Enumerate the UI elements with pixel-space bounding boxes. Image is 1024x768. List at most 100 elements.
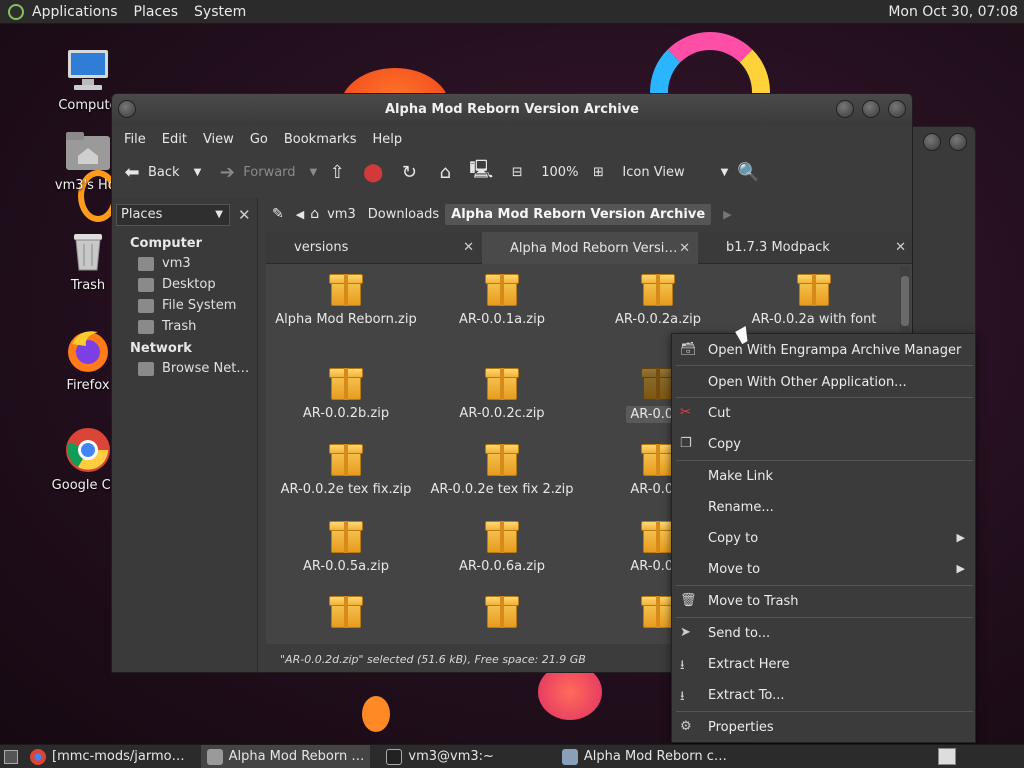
breadcrumb-current[interactable]: Alpha Mod Reborn Version Archive xyxy=(445,203,712,225)
file-item[interactable]: AR-0.0.2a.zip xyxy=(580,272,736,327)
menu-help[interactable]: Help xyxy=(364,132,410,147)
view-mode-select[interactable]: Icon View ▼ xyxy=(622,165,728,180)
file-item[interactable]: Alpha Mod Reborn.zip xyxy=(268,272,424,327)
close-sidebar-icon[interactable]: ✕ xyxy=(238,206,251,224)
network-icon xyxy=(138,361,154,376)
edit-location-icon[interactable]: ✎ xyxy=(272,206,284,222)
chevron-left-icon[interactable]: ◀ xyxy=(296,208,304,221)
file-item[interactable]: AR-0.0.5a.zip xyxy=(268,519,424,574)
sidebar-item-browse-network[interactable]: Browse Net… xyxy=(112,358,257,379)
chevron-down-icon: ▼ xyxy=(215,209,223,220)
close-button[interactable] xyxy=(888,100,906,118)
menu-go[interactable]: Go xyxy=(242,132,276,147)
context-menu-item[interactable]: ⚙ Properties xyxy=(672,712,975,742)
sidebar-item-label: Desktop xyxy=(162,277,216,292)
zip-archive-icon xyxy=(485,594,519,628)
context-menu-label: Copy xyxy=(708,436,741,452)
titlebar[interactable]: Alpha Mod Reborn Version Archive xyxy=(112,94,912,126)
context-menu-label: Copy to xyxy=(708,530,759,546)
file-item[interactable]: AR-0.0.2b.zip xyxy=(268,366,424,421)
distro-icon[interactable] xyxy=(8,3,24,20)
home-button[interactable]: ⌂ xyxy=(433,160,461,184)
zoom-out-button[interactable]: ⊟ xyxy=(505,160,533,184)
tab-b173-modpack[interactable]: b1.7.3 Modpack ✕ xyxy=(698,232,912,264)
file-name: AR-0.0.6a.zip xyxy=(459,559,545,574)
context-menu-item[interactable]: Open With Other Application... xyxy=(672,367,975,397)
chevron-right-icon[interactable]: ▶ xyxy=(723,208,731,221)
context-menu-label: Open With Other Application... xyxy=(708,374,907,390)
context-menu-item[interactable]: Make Link xyxy=(672,461,975,491)
close-tab-icon[interactable]: ✕ xyxy=(679,241,690,256)
context-menu-item[interactable]: 🗑 Move to Trash xyxy=(672,586,975,616)
scrollbar-thumb[interactable] xyxy=(901,276,909,326)
file-item[interactable]: AR-0.0.2c.zip xyxy=(424,366,580,421)
sidebar-item-trash[interactable]: Trash xyxy=(112,316,257,337)
menu-view[interactable]: View xyxy=(195,132,242,147)
forward-button[interactable]: ➔ Forward ▼ xyxy=(215,160,318,184)
home-icon: ⌂ xyxy=(439,161,451,183)
home-folder-icon xyxy=(64,126,112,174)
system-menu[interactable]: System xyxy=(186,0,254,24)
context-menu-item[interactable]: Rename... xyxy=(672,492,975,522)
tab-label: Alpha Mod Reborn Versi… xyxy=(510,240,678,256)
chevron-down-icon[interactable]: ▼ xyxy=(194,167,202,178)
file-item[interactable] xyxy=(268,594,424,634)
places-menu[interactable]: Places xyxy=(126,0,187,24)
tab-alpha-mod-reborn[interactable]: Alpha Mod Reborn Versi… ✕ xyxy=(482,232,698,264)
menu-file[interactable]: File xyxy=(116,132,154,147)
task-archive-manager[interactable]: Alpha Mod Reborn c… xyxy=(556,745,733,768)
menu-edit[interactable]: Edit xyxy=(154,132,195,147)
minimize-button[interactable] xyxy=(836,100,854,118)
context-menu-item[interactable]: Move to ▶ xyxy=(672,554,975,584)
context-menu-item[interactable]: ➤ Send to... xyxy=(672,618,975,648)
sidebar-item-vm3[interactable]: vm3 xyxy=(112,253,257,274)
applications-menu[interactable]: Applications xyxy=(24,0,126,24)
computer-button[interactable]: 🖳 xyxy=(469,159,497,184)
clock[interactable]: Mon Oct 30, 07:08 xyxy=(888,0,1018,24)
close-tab-icon[interactable]: ✕ xyxy=(463,240,474,255)
context-menu-item[interactable]: ❐ Copy xyxy=(672,429,975,459)
context-menu-label: Move to Trash xyxy=(708,593,799,609)
zip-archive-icon xyxy=(485,519,519,553)
sidebar-type-select[interactable]: Places ▼ xyxy=(116,204,230,226)
maximize-button[interactable] xyxy=(862,100,880,118)
sidebar-item-filesystem[interactable]: File System xyxy=(112,295,257,316)
search-button[interactable]: 🔍 xyxy=(736,160,764,184)
context-menu-item[interactable]: ✂ Cut xyxy=(672,398,975,428)
tab-versions[interactable]: versions ✕ xyxy=(266,232,482,264)
up-button[interactable]: ⇧ xyxy=(325,160,353,184)
send-icon: ➤ xyxy=(680,625,691,640)
file-item[interactable] xyxy=(424,594,580,634)
window-button[interactable] xyxy=(949,133,967,151)
zoom-in-button[interactable]: ⊞ xyxy=(586,160,614,184)
file-item[interactable]: AR-0.0.2a with font xyxy=(736,272,892,327)
task-chrome[interactable]: [mmc-mods/jarmo… xyxy=(24,745,191,768)
file-item[interactable]: AR-0.0.2e tex fix 2.zip xyxy=(424,442,580,497)
stop-button[interactable]: ⬤ xyxy=(361,160,389,184)
context-menu-item[interactable]: ⭳ Extract Here xyxy=(672,649,975,679)
show-desktop-icon[interactable] xyxy=(4,749,18,764)
context-menu-item[interactable]: Copy to ▶ xyxy=(672,523,975,553)
chevron-down-icon[interactable]: ▼ xyxy=(310,167,318,178)
window-button[interactable] xyxy=(923,133,941,151)
file-item[interactable]: AR-0.0.1a.zip xyxy=(424,272,580,327)
file-item[interactable]: AR-0.0.2e tex fix.zip xyxy=(268,442,424,497)
menu-bookmarks[interactable]: Bookmarks xyxy=(276,132,365,147)
file-name: AR-0.0.2a.zip xyxy=(615,312,701,327)
breadcrumb-vm3[interactable]: vm3 xyxy=(321,204,362,225)
close-tab-icon[interactable]: ✕ xyxy=(895,240,906,255)
task-terminal[interactable]: vm3@vm3:~ xyxy=(380,745,500,768)
context-menu-item[interactable]: 🗃 Open With Engrampa Archive Manager xyxy=(672,335,975,365)
back-arrow-icon: ⬅ xyxy=(124,161,140,183)
sidebar-item-label: vm3 xyxy=(162,256,191,271)
computer-icon: 🖳 xyxy=(469,159,494,180)
sidebar-item-desktop[interactable]: Desktop xyxy=(112,274,257,295)
workspace-switcher[interactable] xyxy=(938,748,956,765)
task-file-manager[interactable]: Alpha Mod Reborn … xyxy=(200,744,371,768)
reload-button[interactable]: ↻ xyxy=(397,160,425,184)
file-item[interactable]: AR-0.0.6a.zip xyxy=(424,519,580,574)
back-button[interactable]: ⬅ Back ▼ xyxy=(120,160,201,184)
context-menu-item[interactable]: ⭳ Extract To... xyxy=(672,680,975,710)
breadcrumb-downloads[interactable]: Downloads xyxy=(362,204,445,225)
window-title: Alpha Mod Reborn Version Archive xyxy=(385,102,639,117)
